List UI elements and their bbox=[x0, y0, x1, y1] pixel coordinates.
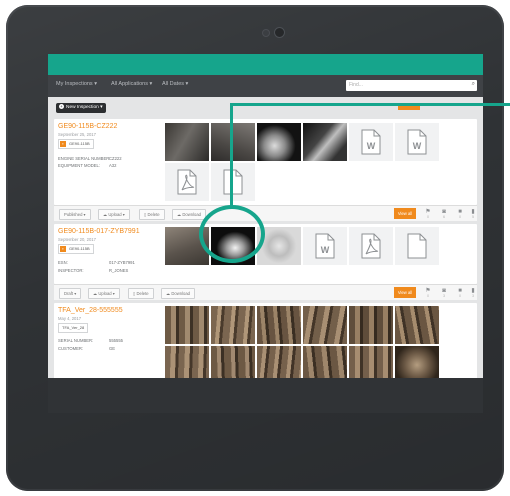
inspection-card[interactable]: GE90-115B-017-ZYB7991 September 20, 2017… bbox=[54, 224, 477, 284]
field-value: 555555 bbox=[109, 338, 123, 343]
nav-all-applications[interactable]: All Applications ▾ bbox=[111, 81, 152, 87]
camera-icon[interactable]: ◙ 6 bbox=[439, 208, 449, 219]
field-label: ENGINE SERIAL NUMBER: bbox=[58, 156, 111, 161]
video-icon[interactable]: ■ 0 bbox=[455, 287, 465, 298]
tag-label: GE90-115B bbox=[69, 246, 90, 251]
tag-icon: ▪ bbox=[60, 141, 66, 147]
sensor-icon bbox=[262, 29, 270, 37]
inspection-actions-bar: Draft ▾ ☁ Upload ▾ ▯ Delete ☁ Download V… bbox=[54, 284, 477, 300]
status-dropdown[interactable]: Draft ▾ bbox=[59, 288, 82, 299]
new-inspection-button[interactable]: + New Inspection ▾ bbox=[56, 103, 106, 113]
tablet-screen: My Inspections ▾ All Applications ▾ All … bbox=[48, 54, 483, 413]
field-label: EQUIPMENT MODEL: bbox=[58, 163, 101, 168]
inspection-image[interactable] bbox=[395, 306, 439, 344]
screen-bottom-overlay bbox=[48, 378, 483, 413]
download-button[interactable]: ☁ Download bbox=[161, 288, 195, 299]
inspection-list: + New Inspection ▾ GE90-115B-CZ222 Septem… bbox=[48, 97, 483, 413]
camera-icon[interactable]: ◙ 3 bbox=[439, 287, 449, 298]
file-document-icon[interactable] bbox=[395, 227, 439, 265]
download-label: Download bbox=[171, 291, 190, 296]
plus-icon: + bbox=[59, 104, 64, 110]
inspection-date: May 4, 2017 bbox=[58, 316, 82, 321]
inspection-title[interactable]: TFA_Ver_28-555555 bbox=[58, 307, 123, 314]
field-value: R_JONES bbox=[109, 268, 129, 273]
search-icon[interactable]: ⌕ bbox=[472, 81, 475, 88]
callout-line-horizontal bbox=[230, 103, 510, 106]
inspection-date: September 25, 2017 bbox=[58, 132, 96, 137]
view-all-button[interactable]: View all bbox=[394, 208, 416, 219]
inspection-image[interactable] bbox=[165, 306, 209, 344]
file-icon[interactable]: ▮ 5 bbox=[468, 208, 478, 219]
file-icon[interactable]: ▮ 3 bbox=[468, 287, 478, 298]
search-placeholder: Find... bbox=[349, 82, 363, 88]
view-all-button[interactable]: View all bbox=[394, 287, 416, 298]
pdf-document-icon[interactable] bbox=[165, 163, 209, 201]
callout-line-vertical bbox=[230, 103, 233, 206]
inspection-date: September 20, 2017 bbox=[58, 237, 96, 242]
application-tag: ▪ GE90-115B bbox=[58, 244, 94, 254]
download-label: Download bbox=[182, 212, 201, 217]
application-tag: TFA_Ver_28 bbox=[58, 323, 89, 333]
svg-text:W: W bbox=[413, 141, 422, 151]
callout-highlight-circle bbox=[199, 205, 265, 263]
application-tag: ▪ GE90-115B bbox=[58, 139, 94, 149]
field-value: GE bbox=[109, 346, 116, 351]
nav-my-inspections[interactable]: My Inspections ▾ bbox=[56, 81, 97, 87]
camera-icon bbox=[274, 27, 285, 38]
svg-text:W: W bbox=[367, 141, 376, 151]
inspection-image[interactable] bbox=[257, 306, 301, 344]
status-dropdown[interactable]: Published ▾ bbox=[59, 209, 91, 220]
delete-button[interactable]: ▯ Delete bbox=[128, 288, 154, 299]
delete-button[interactable]: ▯ Delete bbox=[139, 209, 165, 220]
svg-text:W: W bbox=[321, 245, 330, 255]
word-document-icon[interactable]: W bbox=[303, 227, 347, 265]
inspection-title[interactable]: GE90-115B-CZ222 bbox=[58, 123, 117, 130]
flag-icon[interactable]: ⚑ 0 bbox=[423, 287, 433, 298]
pdf-document-icon[interactable] bbox=[349, 227, 393, 265]
inspection-image[interactable] bbox=[165, 123, 209, 161]
video-icon[interactable]: ■ 0 bbox=[455, 208, 465, 219]
inspection-image[interactable] bbox=[211, 123, 255, 161]
upload-label: Upload ▾ bbox=[98, 291, 115, 296]
inspection-image[interactable] bbox=[257, 123, 301, 161]
field-value: 017-ZYB7991 bbox=[109, 260, 135, 265]
delete-label: Delete bbox=[136, 291, 149, 296]
file-document-icon[interactable] bbox=[211, 163, 255, 201]
field-label: ESN: bbox=[58, 260, 68, 265]
upload-button[interactable]: ☁ Upload ▾ bbox=[88, 288, 120, 299]
inspection-title[interactable]: GE90-115B-017-ZYB7991 bbox=[58, 228, 140, 235]
tag-label: TFA_Ver_28 bbox=[62, 325, 85, 330]
inspection-image[interactable] bbox=[303, 306, 347, 344]
inspection-image[interactable] bbox=[211, 306, 255, 344]
field-label: CUSTOMER: bbox=[58, 346, 84, 351]
tag-icon: ▪ bbox=[60, 246, 66, 252]
inspection-card[interactable]: GE90-115B-CZ222 September 25, 2017 ▪ GE90… bbox=[54, 119, 477, 205]
upload-button[interactable]: ☁ Upload ▾ bbox=[98, 209, 130, 220]
inspection-actions-bar: Published ▾ ☁ Upload ▾ ▯ Delete ☁ Downlo… bbox=[54, 205, 477, 221]
flag-icon[interactable]: ⚑ 0 bbox=[423, 208, 433, 219]
field-value: A32 bbox=[109, 163, 117, 168]
app-header-bar bbox=[48, 54, 483, 75]
inspection-image[interactable] bbox=[349, 306, 393, 344]
search-input[interactable]: Find... ⌕ bbox=[346, 80, 477, 91]
tag-label: GE90-115B bbox=[69, 141, 90, 146]
nav-all-dates[interactable]: All Dates ▾ bbox=[162, 81, 188, 87]
filter-nav: My Inspections ▾ All Applications ▾ All … bbox=[48, 75, 483, 97]
field-label: INSPECTOR: bbox=[58, 268, 84, 273]
new-inspection-label: New Inspection ▾ bbox=[66, 105, 103, 110]
word-document-icon[interactable]: W bbox=[395, 123, 439, 161]
field-value: CZ222 bbox=[109, 156, 122, 161]
inspection-image[interactable] bbox=[303, 123, 347, 161]
download-button[interactable]: ☁ Download bbox=[172, 209, 206, 220]
upload-label: Upload ▾ bbox=[108, 212, 125, 217]
field-label: SERIAL NUMBER: bbox=[58, 338, 94, 343]
delete-label: Delete bbox=[147, 212, 160, 217]
word-document-icon[interactable]: W bbox=[349, 123, 393, 161]
